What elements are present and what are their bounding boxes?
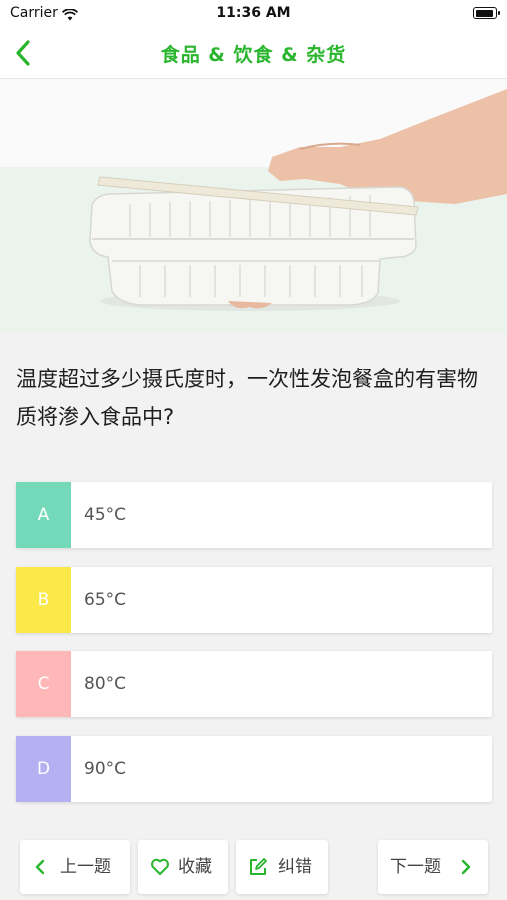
option-a[interactable]: A 45°C [16, 482, 492, 548]
option-text: 90°C [84, 759, 127, 779]
nav-bar: 食品 & 饮食 & 杂货 [0, 28, 507, 79]
next-question-label: 下一题 [390, 857, 441, 877]
option-letter: C [16, 651, 71, 717]
favorite-button[interactable]: 收藏 [138, 840, 228, 894]
option-letter: D [16, 736, 71, 802]
option-b[interactable]: B 65°C [16, 567, 492, 633]
report-error-label: 纠错 [278, 857, 312, 877]
report-error-button[interactable]: 纠错 [236, 840, 328, 894]
prev-question-button[interactable]: 上一题 [20, 840, 130, 894]
heart-icon [151, 858, 169, 875]
option-letter: B [16, 567, 71, 633]
option-text: 65°C [84, 590, 127, 610]
edit-icon [250, 858, 267, 875]
question-text: 温度超过多少摄氏度时，一次性发泡餐盒的有害物质将渗入食品中? [16, 367, 478, 429]
option-text: 45°C [84, 505, 127, 525]
page-title: 食品 & 饮食 & 杂货 [160, 44, 347, 66]
question-image [0, 79, 507, 332]
next-question-button[interactable]: 下一题 [378, 840, 488, 894]
status-time: 11:36 AM [216, 5, 291, 21]
chevron-right-icon [461, 859, 471, 875]
option-text: 80°C [84, 674, 127, 694]
chevron-left-icon [35, 859, 45, 875]
option-c[interactable]: C 80°C [16, 651, 492, 717]
prev-question-label: 上一题 [60, 857, 111, 877]
battery-icon [473, 7, 500, 19]
option-d[interactable]: D 90°C [16, 736, 492, 802]
favorite-label: 收藏 [178, 857, 212, 877]
status-bar: Carrier 11:36 AM [0, 0, 507, 28]
option-letter: A [16, 482, 71, 548]
